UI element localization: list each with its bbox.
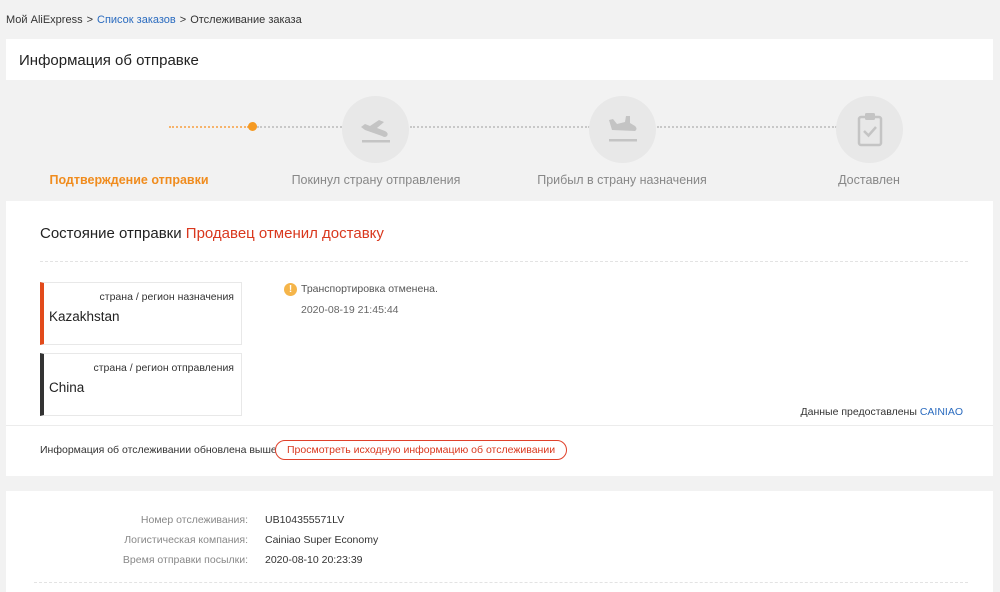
shipping-info-card: Информация об отправке Подтверждение отп… — [6, 39, 993, 476]
progress-line — [257, 126, 345, 128]
divider — [34, 582, 968, 583]
destination-value: Kazakhstan — [49, 309, 120, 324]
breadcrumb-separator: > — [179, 14, 187, 26]
ship-time: 2020-08-10 20:23:39 — [265, 554, 363, 566]
progress-line — [410, 126, 590, 128]
step-label-left-origin: Покинул страну отправления — [291, 173, 461, 187]
detail-label: Время отправки посылки: — [122, 554, 248, 566]
tracking-updated-text: Информация об отслеживании обновлена выш… — [40, 444, 277, 456]
event-time: 2020-08-19 21:45:44 — [301, 304, 399, 316]
shipping-progress: Подтверждение отправки Покинул страну от… — [6, 80, 993, 201]
divider — [6, 425, 993, 426]
airplane-landing-icon — [608, 115, 637, 141]
warning-icon: ! — [284, 283, 297, 296]
breadcrumb-orders-link[interactable]: Список заказов — [97, 14, 176, 26]
detail-row: Логистическая компания: Cainiao Super Ec… — [6, 534, 993, 548]
tracking-number: UB104355571LV — [265, 514, 345, 526]
detail-label: Номер отслеживания: — [140, 514, 248, 526]
data-provider: Данные предоставлены CAINIAO — [801, 406, 964, 418]
shipping-status: Состояние отправки Продавец отменил дост… — [40, 225, 384, 242]
breadcrumb-separator: > — [86, 14, 94, 26]
divider — [40, 261, 968, 262]
event-text: Транспортировка отменена. — [301, 283, 438, 295]
step-arrived-destination-circle — [589, 96, 656, 163]
provider-link[interactable]: CAINIAO — [920, 406, 963, 418]
origin-value: China — [49, 380, 85, 395]
origin-box: страна / регион отправления China — [40, 353, 242, 416]
breadcrumb-current: Отслеживание заказа — [190, 14, 302, 26]
clipboard-check-icon — [857, 112, 882, 146]
step-label-delivered: Доставлен — [838, 173, 900, 187]
breadcrumb-home[interactable]: Мой AliExpress — [6, 14, 83, 26]
breadcrumb: Мой AliExpress > Список заказов > Отслеживан… — [6, 14, 302, 26]
status-label: Состояние отправки — [40, 225, 182, 242]
detail-label: Логистическая компания: — [124, 534, 248, 546]
origin-caption: страна / регион отправления — [93, 362, 235, 374]
provider-label: Данные предоставлены — [800, 406, 917, 418]
destination-caption: страна / регион назначения — [99, 291, 234, 303]
destination-box: страна / регион назначения Kazakhstan — [40, 282, 242, 345]
step-left-origin-circle — [342, 96, 409, 163]
view-original-tracking-button[interactable]: Просмотреть исходную информацию об отсле… — [275, 440, 568, 460]
current-step-dot — [248, 122, 257, 131]
progress-line — [657, 126, 837, 128]
detail-row: Номер отслеживания: UB104355571LV — [6, 514, 993, 528]
detail-row: Время отправки посылки: 2020-08-10 20:23… — [6, 554, 993, 568]
tracking-details-card: Номер отслеживания: UB104355571LV Логист… — [6, 491, 993, 592]
step-label-confirmed: Подтверждение отправки — [49, 173, 209, 187]
status-value: Продавец отменил доставку — [185, 225, 384, 242]
progress-line-done — [169, 126, 249, 128]
step-label-arrived: Прибыл в страну назначения — [537, 173, 707, 187]
step-delivered-circle — [836, 96, 903, 163]
page-title: Информация об отправке — [19, 52, 199, 69]
airplane-takeoff-icon — [360, 119, 390, 142]
logistics-company: Cainiao Super Economy — [265, 534, 379, 546]
